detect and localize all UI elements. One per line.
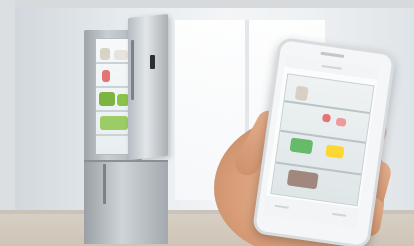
camera-food-item [294,85,309,102]
camera-food-item [325,144,345,159]
phone-speaker [320,51,345,58]
food-item [100,48,110,60]
fridge-camera-view [270,73,375,207]
food-item [114,50,128,60]
camera-shelf [284,100,370,115]
vegetable-drawer [100,116,128,130]
photo-scene [0,0,414,246]
camera-food-item [335,117,347,127]
fridge-handle [131,40,134,100]
refrigerator-door [128,13,168,161]
fridge-display-panel [150,55,155,69]
camera-food-item [321,113,332,123]
camera-vegetables [289,137,314,155]
freezer-handle [103,164,106,204]
top-frame [0,0,414,8]
food-item [102,70,110,82]
phone-screen [263,54,379,229]
camera-drawer-items [286,169,319,190]
vegetables [99,92,115,106]
freezer-door [84,160,168,244]
